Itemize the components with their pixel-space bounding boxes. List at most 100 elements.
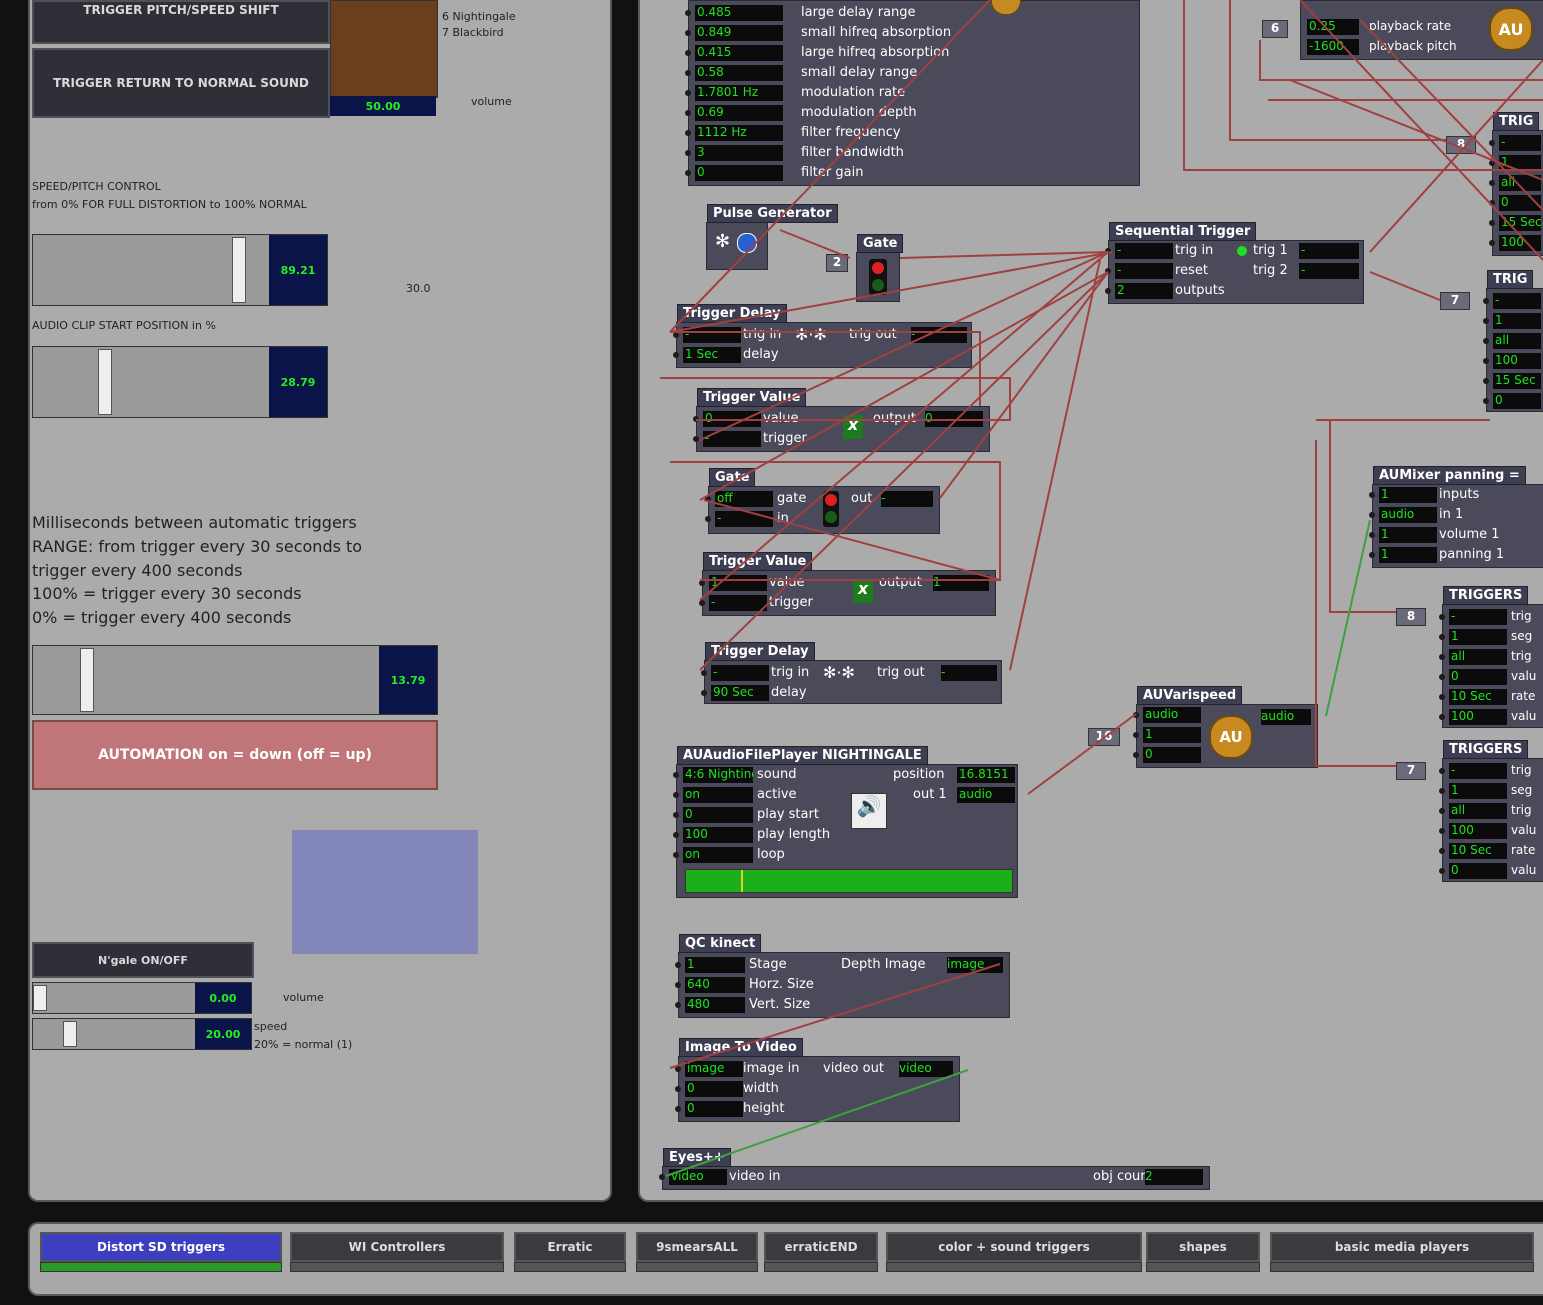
aumixer-input-row[interactable]: 1 panning 1 — [1369, 545, 1543, 565]
inlet-port[interactable] — [1439, 714, 1445, 720]
triggers-1-input-row[interactable]: all trig — [1439, 647, 1543, 667]
inlet-port[interactable] — [705, 516, 711, 522]
inlet-port[interactable] — [673, 852, 679, 858]
trigger-value-2-input-value[interactable]: - — [709, 595, 767, 611]
image-to-video-actor[interactable]: Image To Video image image in 0 width 0 heigh… — [675, 1038, 960, 1122]
triggers-1-input-row[interactable]: 1 seg — [1439, 627, 1543, 647]
inlet-port[interactable] — [1489, 220, 1495, 226]
reverb-param-value[interactable]: 0.849 — [695, 25, 783, 41]
trig-top-input-row[interactable]: - — [1489, 133, 1543, 153]
gate1-input-value[interactable]: 2 — [826, 254, 848, 272]
playback-rate-value[interactable]: 0.25 — [1307, 19, 1359, 35]
tab-erraticend[interactable]: erraticEND — [764, 1232, 878, 1262]
trigger-delay-1-input-row[interactable]: 1 Sec delay — [673, 345, 971, 365]
inlet-port[interactable] — [1133, 712, 1139, 718]
inlet-port[interactable] — [673, 772, 679, 778]
triggers-1-input-row[interactable]: 0 valu — [1439, 667, 1543, 687]
image-to-video-input-row[interactable]: 0 height — [675, 1099, 959, 1119]
inlet-port[interactable] — [673, 812, 679, 818]
player-input-row[interactable]: 0 play start — [673, 805, 1017, 825]
playback-actor[interactable]: 0.25 playback rate -1600 playback pitch … — [1300, 0, 1543, 60]
inlet-port[interactable] — [685, 150, 691, 156]
trig-mid-actor[interactable]: TRIG - 1 all 100 15 Sec 0 — [1483, 270, 1543, 412]
reverb-param-value[interactable]: 0.415 — [695, 45, 783, 61]
reverb-param-value[interactable]: 0.485 — [695, 5, 783, 21]
player-input-value[interactable]: on — [683, 847, 753, 863]
inlet-port[interactable] — [685, 90, 691, 96]
trig-mid-input-value[interactable]: 0 — [1493, 393, 1541, 409]
reverb-param-row[interactable]: 3 filter bandwidth — [685, 143, 1139, 163]
reverb-param-value[interactable]: 0 — [695, 165, 783, 181]
seq-input-value[interactable]: - — [1115, 243, 1173, 259]
inlet-port[interactable] — [675, 1002, 681, 1008]
trigger-delay-1-input-value[interactable]: - — [683, 327, 741, 343]
varispeed-input-value[interactable]: audio — [1143, 707, 1201, 723]
automation-toggle-button[interactable]: AUTOMATION on = down (off = up) — [32, 720, 438, 790]
trig-top-input-row[interactable]: all — [1489, 173, 1543, 193]
tab-erratic[interactable]: Erratic — [514, 1232, 626, 1262]
speed-pitch-slider[interactable]: 89.21 — [32, 234, 328, 306]
inlet-port[interactable] — [693, 436, 699, 442]
trig-top-input-row[interactable]: 100 — [1489, 233, 1543, 253]
inlet-port[interactable] — [1439, 808, 1445, 814]
triggers-1-input-value[interactable]: all — [1449, 649, 1507, 665]
trig-mid-input-value[interactable]: - — [1493, 293, 1541, 309]
trig-top-input-row[interactable]: 15 Sec — [1489, 213, 1543, 233]
inlet-port[interactable] — [1489, 160, 1495, 166]
inlet-port[interactable] — [1483, 298, 1489, 304]
trigger-delay-2-input-value[interactable]: 90 Sec — [711, 685, 769, 701]
triggers-2-input-value[interactable]: 100 — [1449, 823, 1507, 839]
ngale-speed-slider[interactable]: 20.00 — [32, 1018, 252, 1050]
varispeed-input-value[interactable]: 1 — [1143, 727, 1201, 743]
trigger-value-1-actor[interactable]: Trigger Value 0 value - trigger x output 0 — [693, 388, 990, 452]
inlet-port[interactable] — [675, 962, 681, 968]
player-input-value[interactable]: on — [683, 787, 753, 803]
image-to-video-input-value[interactable]: image — [685, 1061, 743, 1077]
player-input-row[interactable]: on loop — [673, 845, 1017, 865]
triggers-1-input-value[interactable]: - — [1449, 609, 1507, 625]
aumixer-input-value[interactable]: 1 — [1379, 487, 1437, 503]
trig-mid-input-row[interactable]: 100 — [1483, 351, 1543, 371]
inlet-port[interactable] — [675, 982, 681, 988]
inlet-port[interactable] — [701, 670, 707, 676]
inlet-port[interactable] — [1489, 140, 1495, 146]
trig-top-input-value[interactable]: 15 Sec — [1499, 215, 1541, 231]
trig-mid-input-row[interactable]: 1 — [1483, 311, 1543, 331]
varispeed-actor[interactable]: AUVarispeed audio 1 0 AU audio — [1133, 686, 1318, 768]
inlet-port[interactable] — [685, 30, 691, 36]
trig-top-input-value[interactable]: 0 — [1499, 195, 1541, 211]
aumixer-input-row[interactable]: audio in 1 — [1369, 505, 1543, 525]
triggers-2-actor[interactable]: TRIGGERS - trig 1 seg all trig 100 valu 10 Sec ra… — [1439, 740, 1543, 882]
reverb-param-row[interactable]: 1112 Hz filter frequency — [685, 123, 1139, 143]
slider-knob[interactable] — [98, 349, 112, 415]
inlet-port[interactable] — [1489, 200, 1495, 206]
trig-mid-input-value[interactable]: 15 Sec — [1493, 373, 1541, 389]
inlet-port[interactable] — [1439, 654, 1445, 660]
triggers-2-input-row[interactable]: all trig — [1439, 801, 1543, 821]
reverb-param-value[interactable]: 1.7801 Hz — [695, 85, 783, 101]
inlet-port[interactable] — [685, 110, 691, 116]
qc-kinect-input-row[interactable]: 480 Vert. Size — [675, 995, 1009, 1015]
inlet-port[interactable] — [1369, 552, 1375, 558]
triggers-2-input-row[interactable]: 10 Sec rate — [1439, 841, 1543, 861]
slider-knob[interactable] — [232, 237, 246, 303]
triggers-2-input-value[interactable]: 1 — [1449, 783, 1507, 799]
qc-kinect-input-value[interactable]: 640 — [685, 977, 745, 993]
aumixer-input-value[interactable]: 1 — [1379, 547, 1437, 563]
gate-2-input-value[interactable]: off — [715, 491, 773, 507]
inlet-port[interactable] — [685, 170, 691, 176]
inlet-port[interactable] — [1439, 674, 1445, 680]
tab-shapes[interactable]: shapes — [1146, 1232, 1260, 1262]
inlet-port[interactable] — [701, 690, 707, 696]
trig-mid-input-row[interactable]: all — [1483, 331, 1543, 351]
inlet-port[interactable] — [1439, 828, 1445, 834]
player-input-value[interactable]: 0 — [683, 807, 753, 823]
seq-input-value[interactable]: - — [1115, 263, 1173, 279]
image-to-video-input-row[interactable]: 0 width — [675, 1079, 959, 1099]
trigger-value-1-input-value[interactable]: 0 — [703, 411, 761, 427]
inlet-port[interactable] — [1369, 532, 1375, 538]
reverb-param-row[interactable]: 0.415 large hifreq absorption — [685, 43, 1139, 63]
tab-distort-sd-triggers[interactable]: Distort SD triggers — [40, 1232, 282, 1262]
eyes-input-value[interactable]: video — [669, 1169, 727, 1185]
clip-start-slider[interactable]: 28.79 — [32, 346, 328, 418]
